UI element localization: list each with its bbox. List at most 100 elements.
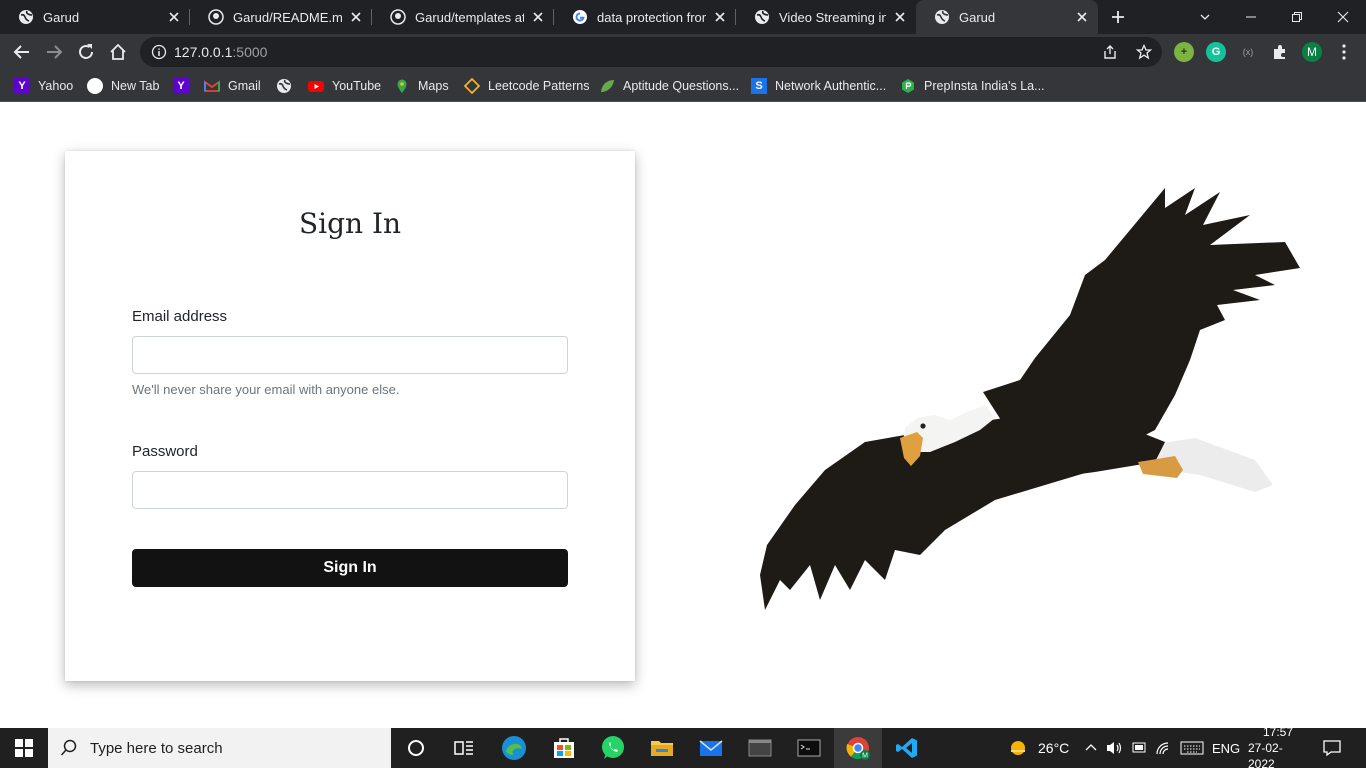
back-icon[interactable] — [12, 42, 32, 62]
bookmark-globe[interactable] — [276, 76, 292, 96]
whatsapp-taskbar-button[interactable] — [589, 728, 637, 768]
bookmark-label: Network Authentic... — [775, 79, 887, 93]
browser-tab[interactable]: Garud — [0, 0, 190, 34]
weather-widget[interactable]: 26°C — [1008, 728, 1069, 768]
restore-button[interactable] — [1274, 0, 1320, 34]
bookmark-youtube[interactable]: YouTube — [308, 76, 381, 96]
password-field[interactable] — [132, 471, 568, 509]
share-icon[interactable] — [1102, 44, 1118, 60]
chrome-taskbar-button[interactable]: M — [834, 728, 882, 768]
terminal-icon — [797, 739, 821, 757]
close-icon — [1337, 11, 1349, 23]
address-bar[interactable]: 127.0.0.1:5000 — [140, 37, 1162, 67]
url-port: :5000 — [232, 44, 268, 60]
reload-icon[interactable] — [76, 42, 96, 62]
browser-tab[interactable]: Garud/templates at m — [372, 0, 554, 34]
folder-icon — [651, 741, 673, 756]
bookmark-prepinsta[interactable]: PrepInsta India's La... — [900, 76, 1045, 96]
bookmark-network[interactable]: S Network Authentic... — [751, 76, 886, 96]
globe-icon — [277, 79, 291, 93]
menu-icon[interactable] — [1334, 42, 1354, 62]
windows-taskbar: Type here to search M 26°C ENG 17:57 27-… — [0, 725, 1366, 771]
tab-title: Garud/README.md at — [233, 9, 342, 25]
app-taskbar-button[interactable] — [736, 728, 784, 768]
svg-text:M: M — [862, 753, 868, 760]
system-tray[interactable] — [1084, 728, 1204, 768]
yahoo-icon: Y — [173, 78, 189, 94]
github-icon — [208, 9, 224, 25]
volume-icon — [1107, 742, 1122, 754]
email-help-text: We'll never share your email with anyone… — [132, 382, 400, 397]
extension-plus-icon[interactable]: + — [1174, 42, 1194, 62]
close-window-button[interactable] — [1320, 0, 1366, 34]
bookmark-maps[interactable]: Maps — [394, 76, 449, 96]
bookmark-leetcode[interactable]: Leetcode Patterns — [464, 76, 589, 96]
browser-tab[interactable]: Video Streaming in W — [736, 0, 916, 34]
clock-date: 27-02-2022 — [1248, 741, 1283, 771]
tab-search-button[interactable] — [1182, 0, 1228, 34]
cortana-button[interactable] — [392, 728, 440, 768]
globe-icon — [19, 10, 33, 24]
maps-icon — [397, 79, 407, 93]
close-icon[interactable] — [530, 9, 546, 25]
weather-sun-icon — [1011, 741, 1025, 755]
email-field[interactable] — [132, 336, 568, 374]
close-icon[interactable] — [892, 9, 908, 25]
bookmark-label: Leetcode Patterns — [488, 79, 590, 93]
circle-icon — [87, 78, 103, 94]
file-explorer-taskbar-button[interactable] — [638, 728, 686, 768]
cortana-icon — [408, 740, 424, 756]
tab-title: Garud — [43, 9, 80, 25]
terminal-taskbar-button[interactable] — [785, 728, 833, 768]
window-app-icon — [748, 739, 772, 757]
page-title: Sign In — [298, 207, 402, 240]
store-taskbar-button[interactable] — [540, 728, 588, 768]
browser-tab-active[interactable]: Garud — [916, 0, 1098, 34]
close-icon[interactable] — [712, 9, 728, 25]
close-icon[interactable] — [166, 9, 182, 25]
bookmark-yahoo[interactable]: Y Yahoo — [14, 76, 73, 96]
browser-tab[interactable]: Garud/README.md at — [190, 0, 372, 34]
bookmark-yahoo-2[interactable]: Y — [173, 76, 189, 96]
bookmark-gmail[interactable]: Gmail — [204, 76, 261, 96]
forward-icon[interactable] — [44, 42, 64, 62]
notification-icon — [1323, 740, 1341, 757]
google-icon — [573, 10, 587, 24]
edge-icon — [502, 736, 526, 760]
task-view-icon — [454, 741, 473, 755]
vscode-taskbar-button[interactable] — [883, 728, 931, 768]
edge-taskbar-button[interactable] — [490, 728, 538, 768]
sign-in-card: Sign In Email address We'll never share … — [65, 151, 635, 681]
browser-tab[interactable]: data protection from — [554, 0, 736, 34]
language-text: ENG — [1212, 740, 1241, 756]
minimize-button[interactable] — [1228, 0, 1274, 34]
start-button[interactable] — [0, 728, 48, 768]
chevron-up-icon — [1085, 744, 1097, 751]
info-icon[interactable] — [151, 44, 167, 60]
home-icon[interactable] — [108, 42, 128, 62]
puzzle-icon[interactable] — [1270, 42, 1290, 62]
tab-title: Garud/templates at m — [415, 9, 524, 25]
star-icon[interactable] — [1136, 44, 1152, 60]
notification-button[interactable] — [1322, 728, 1342, 768]
close-icon[interactable] — [348, 9, 364, 25]
bookmark-label: Aptitude Questions... — [623, 79, 740, 93]
sign-in-button[interactable]: Sign In — [132, 549, 568, 587]
new-tab-icon[interactable] — [1110, 9, 1126, 25]
gmail-icon — [204, 80, 220, 92]
email-label: Email address — [132, 308, 228, 325]
task-view-button[interactable] — [440, 728, 488, 768]
bookmark-aptitude[interactable]: Aptitude Questions... — [599, 76, 739, 96]
avatar[interactable]: M — [1302, 42, 1322, 62]
taskbar-search[interactable]: Type here to search — [48, 728, 391, 768]
close-icon[interactable] — [1074, 9, 1090, 25]
mail-taskbar-button[interactable] — [687, 728, 735, 768]
url-host: 127.0.0.1 — [174, 44, 233, 60]
clock[interactable]: 17:57 27-02-2022 — [1248, 725, 1308, 771]
bookmark-new-tab[interactable]: New Tab — [87, 76, 159, 96]
bookmark-label: Maps — [418, 79, 449, 93]
extension-code-icon[interactable]: (x) — [1238, 42, 1258, 62]
browser-toolbar: 127.0.0.1:5000 — [0, 34, 1366, 70]
grammarly-icon[interactable]: G — [1206, 42, 1226, 62]
language-indicator[interactable]: ENG — [1212, 728, 1240, 768]
